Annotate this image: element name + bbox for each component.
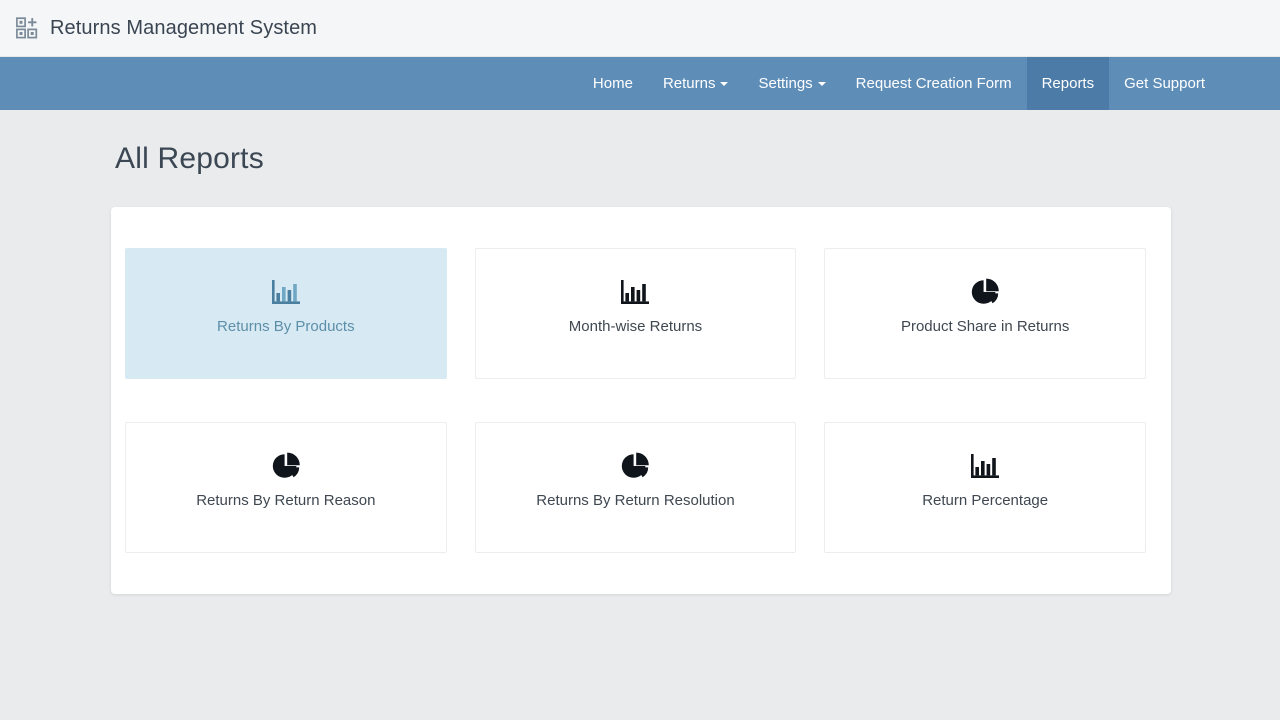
report-card-label: Return Percentage	[922, 492, 1048, 509]
bar-chart-icon	[620, 278, 650, 306]
reports-card-grid: Returns By Products Month-wise Returns	[125, 248, 1146, 553]
page-title: All Reports	[115, 142, 1280, 176]
report-card-month-wise-returns[interactable]: Month-wise Returns	[475, 248, 797, 379]
nav-label: Request Creation Form	[856, 75, 1012, 92]
chevron-down-icon	[720, 82, 728, 86]
nav-label: Returns	[663, 75, 716, 92]
report-card-label: Returns By Products	[217, 318, 355, 335]
bar-chart-icon	[970, 452, 1000, 480]
pie-chart-icon	[970, 278, 1000, 306]
bar-chart-icon	[271, 278, 301, 306]
report-card-returns-by-return-reason[interactable]: Returns By Return Reason	[125, 422, 447, 553]
report-card-returns-by-return-resolution[interactable]: Returns By Return Resolution	[475, 422, 797, 553]
reports-panel: Returns By Products Month-wise Returns	[111, 207, 1171, 594]
report-card-label: Month-wise Returns	[569, 318, 702, 335]
report-card-returns-by-products[interactable]: Returns By Products	[125, 248, 447, 379]
report-card-label: Product Share in Returns	[901, 318, 1069, 335]
brand[interactable]: Returns Management System	[16, 17, 317, 40]
app-header: Returns Management System	[0, 0, 1280, 57]
report-card-label: Returns By Return Resolution	[536, 492, 734, 509]
nav-item-reports[interactable]: Reports	[1027, 57, 1110, 110]
report-card-label: Returns By Return Reason	[196, 492, 375, 509]
page-content: All Reports Returns By Products	[0, 142, 1280, 594]
chevron-down-icon	[818, 82, 826, 86]
nav-label: Get Support	[1124, 75, 1205, 92]
nav-label: Settings	[758, 75, 812, 92]
main-navigation: Home Returns Settings Request Creation F…	[0, 57, 1280, 110]
nav-item-get-support[interactable]: Get Support	[1109, 57, 1220, 110]
nav-label: Reports	[1042, 75, 1095, 92]
grid-add-icon	[16, 17, 38, 39]
report-card-return-percentage[interactable]: Return Percentage	[824, 422, 1146, 553]
report-card-product-share-in-returns[interactable]: Product Share in Returns	[824, 248, 1146, 379]
app-title: Returns Management System	[50, 17, 317, 40]
nav-label: Home	[593, 75, 633, 92]
nav-item-settings[interactable]: Settings	[743, 57, 840, 110]
nav-item-returns[interactable]: Returns	[648, 57, 744, 110]
nav-item-request-creation-form[interactable]: Request Creation Form	[841, 57, 1027, 110]
pie-chart-icon	[620, 452, 650, 480]
nav-item-home[interactable]: Home	[578, 57, 648, 110]
pie-chart-icon	[271, 452, 301, 480]
